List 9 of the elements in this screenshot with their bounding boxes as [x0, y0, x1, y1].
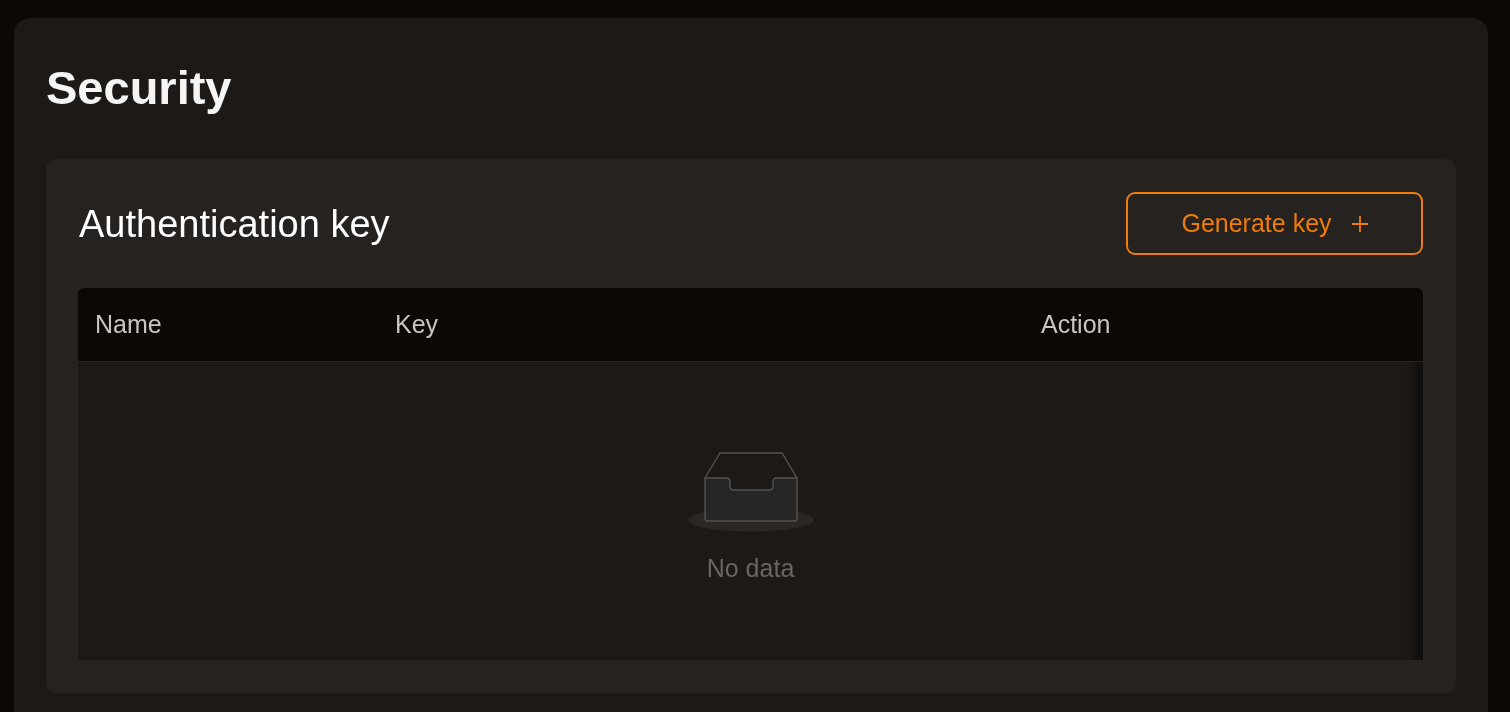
- empty-tray-icon: [687, 451, 814, 532]
- column-header: Action: [1040, 310, 1112, 339]
- card-title: Authentication key: [78, 201, 390, 247]
- plus-icon: [1351, 215, 1368, 232]
- column-header: Key: [394, 310, 440, 339]
- empty-message: No data: [706, 553, 795, 583]
- generate-key-button[interactable]: Generate key: [1126, 192, 1423, 255]
- page-title: Security: [46, 60, 233, 116]
- column-header: Name: [94, 310, 163, 339]
